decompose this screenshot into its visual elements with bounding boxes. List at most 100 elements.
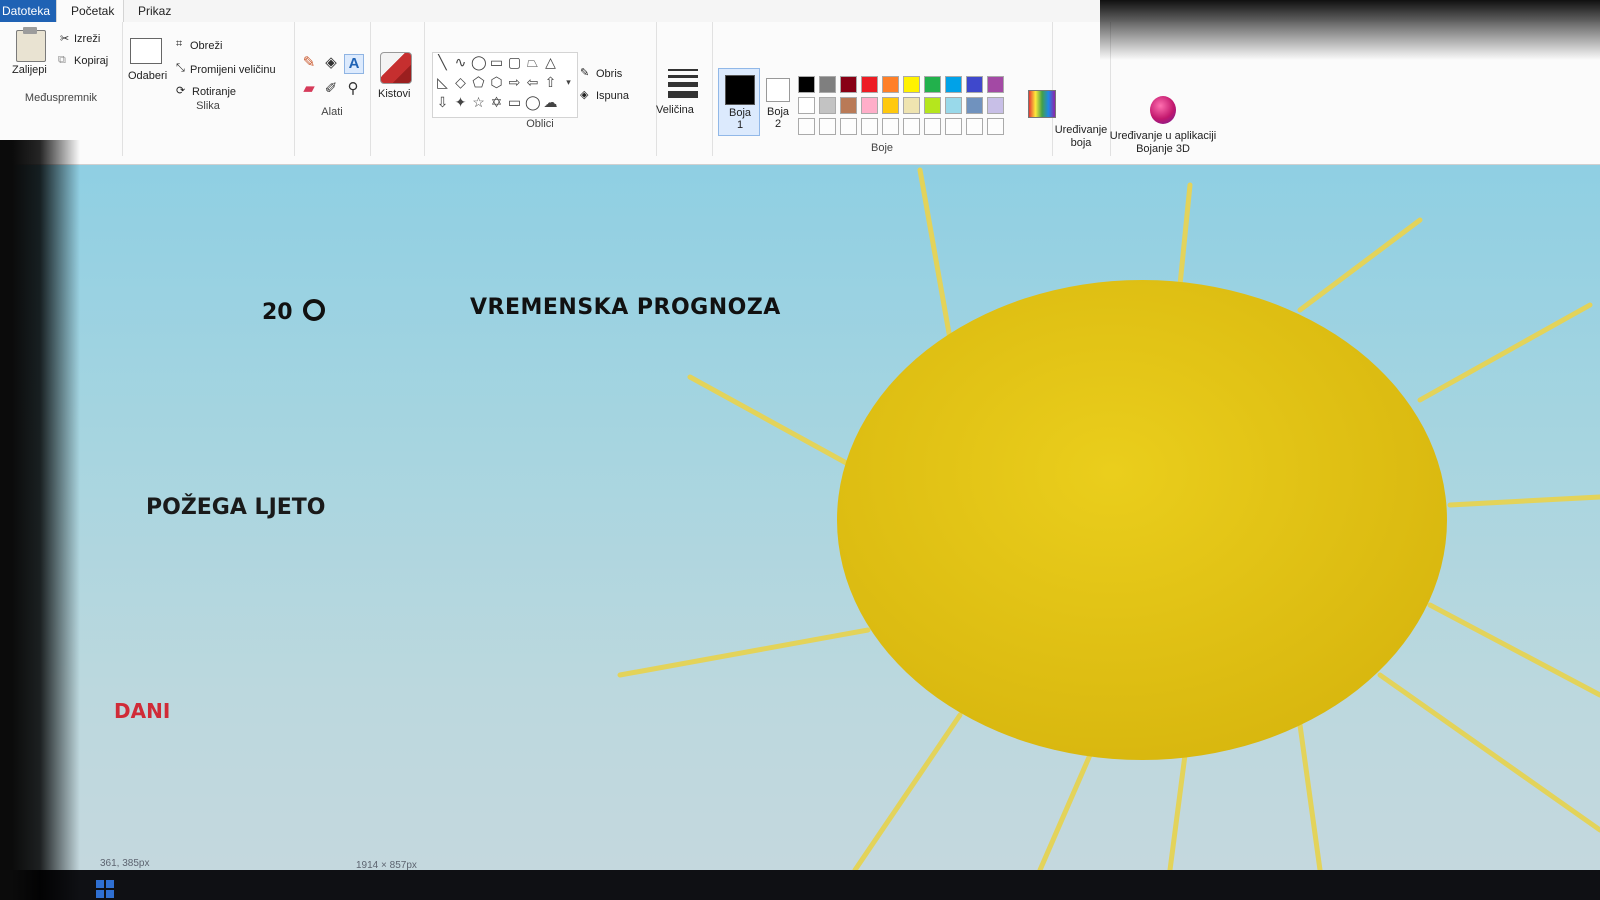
temperature-text: 20: [262, 300, 293, 325]
palette-swatch[interactable]: [798, 97, 815, 114]
rotate-button[interactable]: Rotiranje: [192, 86, 236, 98]
palette-swatch-empty[interactable]: [819, 118, 836, 135]
triangle-shape-icon[interactable]: △: [543, 55, 558, 70]
arrow-up-shape-icon[interactable]: ⇧: [543, 75, 558, 90]
callout-rect-shape-icon[interactable]: ▭: [507, 95, 522, 110]
status-bar: 361, 385px 1914 × 857px: [0, 858, 1600, 900]
palette-swatch[interactable]: [903, 97, 920, 114]
palette-swatch[interactable]: [924, 76, 941, 93]
curve-shape-icon[interactable]: ∿: [453, 55, 468, 70]
tab-home[interactable]: Početak: [56, 0, 124, 22]
fill-dropdown[interactable]: Ispuna: [596, 90, 629, 102]
tab-file[interactable]: Datoteka: [0, 0, 56, 22]
palette-swatch-empty[interactable]: [903, 118, 920, 135]
paste-button-label[interactable]: Zalijepi: [12, 64, 47, 76]
crop-icon[interactable]: ⌗: [176, 38, 182, 51]
palette-swatch[interactable]: [924, 97, 941, 114]
tools-group: ✎ ◈ A ▰ ✐ ⚲ Alati: [294, 22, 371, 156]
arrow-right-shape-icon[interactable]: ⇨: [507, 75, 522, 90]
select-button[interactable]: Odaberi: [128, 70, 167, 82]
palette-swatch[interactable]: [840, 76, 857, 93]
palette-swatch[interactable]: [966, 76, 983, 93]
line-shape-icon[interactable]: ╲: [435, 55, 450, 70]
palette-swatch[interactable]: [840, 97, 857, 114]
palette-swatch-empty[interactable]: [840, 118, 857, 135]
outline-icon[interactable]: ✎: [580, 66, 589, 79]
right-triangle-shape-icon[interactable]: ◺: [435, 75, 450, 90]
six-point-star-shape-icon[interactable]: ✡: [489, 95, 504, 110]
palette-swatch-empty[interactable]: [987, 118, 1004, 135]
palette-swatch[interactable]: [882, 76, 899, 93]
pentagon-shape-icon[interactable]: ⬠: [471, 75, 486, 90]
palette-swatch[interactable]: [966, 97, 983, 114]
callout-oval-shape-icon[interactable]: ◯: [525, 95, 541, 110]
resize-icon[interactable]: ⤡: [176, 62, 185, 75]
four-point-star-shape-icon[interactable]: ✦: [453, 95, 468, 110]
palette-swatch[interactable]: [987, 97, 1004, 114]
arrow-down-shape-icon[interactable]: ⇩: [435, 95, 450, 110]
palette-swatch[interactable]: [987, 76, 1004, 93]
brushes-button[interactable]: Kistovi: [378, 88, 410, 100]
palette-swatch[interactable]: [882, 97, 899, 114]
five-point-star-shape-icon[interactable]: ☆: [471, 95, 486, 110]
fill-icon[interactable]: ◈: [580, 88, 588, 101]
paint3d-icon[interactable]: [1150, 96, 1176, 124]
ribbon-tab-bar: Datoteka Početak Prikaz: [0, 0, 1600, 23]
cut-icon[interactable]: ✂: [60, 32, 69, 45]
color1-button[interactable]: Boja 1: [718, 68, 760, 136]
palette-swatch-empty[interactable]: [945, 118, 962, 135]
rotate-icon[interactable]: ⟳: [176, 84, 185, 97]
palette-swatch[interactable]: [861, 76, 878, 93]
sun-ray: [617, 627, 871, 678]
tab-view[interactable]: Prikaz: [124, 0, 186, 22]
rounded-rectangle-shape-icon[interactable]: ▢: [507, 55, 522, 70]
color2-button[interactable]: Boja 2: [760, 72, 796, 132]
select-icon[interactable]: [130, 38, 162, 64]
palette-swatch-empty[interactable]: [861, 118, 878, 135]
paste-icon[interactable]: [16, 27, 46, 62]
cut-button[interactable]: Izreži: [74, 33, 100, 45]
sun-circle: [837, 280, 1447, 760]
shapes-gallery[interactable]: ╲ ∿ ◯ ▭ ▢ ⏢ △ ◺ ◇ ⬠ ⬡ ⇨ ⇦ ⇧ ⇩ ✦ ☆ ✡ ▭ ◯: [432, 52, 578, 118]
windows-start-icon[interactable]: [96, 880, 114, 898]
palette-swatch[interactable]: [861, 97, 878, 114]
crop-button[interactable]: Obreži: [190, 40, 222, 52]
eraser-icon[interactable]: ▰: [300, 80, 318, 98]
copy-icon[interactable]: ⧉: [58, 54, 66, 67]
palette-swatch[interactable]: [903, 76, 920, 93]
palette-swatch[interactable]: [819, 76, 836, 93]
pencil-icon[interactable]: ✎: [300, 54, 318, 72]
palette-swatch[interactable]: [798, 76, 815, 93]
oval-shape-icon[interactable]: ◯: [471, 55, 487, 70]
colors-group-label: Boje: [870, 142, 894, 154]
rectangle-shape-icon[interactable]: ▭: [489, 55, 504, 70]
palette-swatch[interactable]: [945, 97, 962, 114]
palette-swatch[interactable]: [819, 97, 836, 114]
color-picker-icon[interactable]: ✐: [322, 80, 340, 98]
palette-swatch-empty[interactable]: [924, 118, 941, 135]
fill-bucket-icon[interactable]: ◈: [322, 54, 340, 72]
shapes-scroll-icon[interactable]: ▾: [561, 75, 576, 90]
drawing-canvas[interactable]: 20 VREMENSKA PROGNOZA POŽEGA LJETO DANI: [0, 165, 1600, 870]
hexagon-shape-icon[interactable]: ⬡: [489, 75, 504, 90]
palette-swatch-empty[interactable]: [966, 118, 983, 135]
palette-swatch[interactable]: [945, 76, 962, 93]
size-icon[interactable]: [668, 69, 698, 102]
brush-icon[interactable]: [380, 52, 412, 84]
sun-ray: [687, 374, 853, 468]
arrow-left-shape-icon[interactable]: ⇦: [525, 75, 540, 90]
start-quad: [96, 880, 104, 888]
palette-swatch-empty[interactable]: [798, 118, 815, 135]
paint3d-button[interactable]: Uređivanje u aplikaciji Bojanje 3D: [1104, 130, 1222, 156]
magnifier-icon[interactable]: ⚲: [344, 80, 362, 98]
callout-cloud-shape-icon[interactable]: ☁: [543, 95, 558, 110]
size-button[interactable]: Veličina: [656, 104, 694, 116]
polygon-shape-icon[interactable]: ⏢: [525, 55, 540, 70]
palette-swatch-empty[interactable]: [882, 118, 899, 135]
resize-button[interactable]: Promijeni veličinu: [190, 64, 276, 76]
color1-label: Boja 1: [728, 107, 752, 131]
text-tool-icon[interactable]: A: [344, 54, 364, 74]
outline-dropdown[interactable]: Obris: [596, 68, 622, 80]
copy-button[interactable]: Kopiraj: [74, 55, 108, 67]
diamond-shape-icon[interactable]: ◇: [453, 75, 468, 90]
